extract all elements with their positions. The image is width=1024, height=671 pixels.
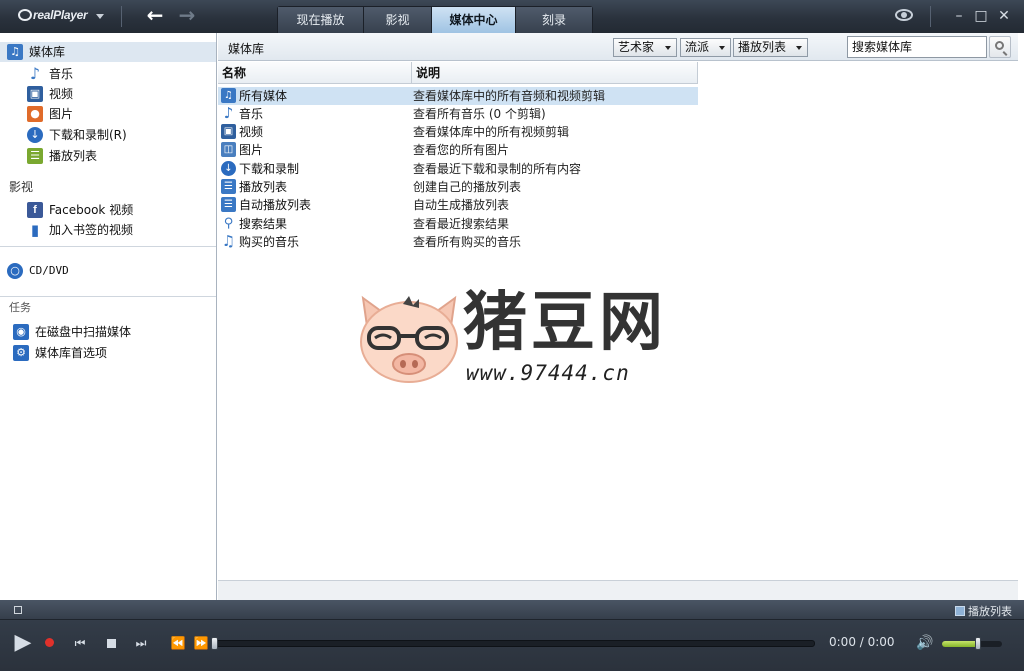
all-media-icon: ♫ [221,88,236,103]
pig-logo-icon [360,295,458,383]
table-row[interactable]: ☰ 播放列表 创建自己的播放列表 [218,178,698,196]
next-icon[interactable]: ⏭ [133,635,149,651]
table-row[interactable]: ♫ 所有媒体 查看媒体库中的所有音频和视频剪辑 [218,87,698,105]
volume-handle[interactable] [975,637,981,650]
rewind-icon[interactable]: ⏪ [170,635,186,651]
search-icon: ⚲ [221,216,236,231]
playlist-icon: ☰ [221,179,236,194]
main-header: 媒体库 艺术家 流派 播放列表 搜索媒体库 [218,33,1018,61]
play-icon[interactable]: ▶ [12,631,34,655]
eye-icon[interactable] [895,9,913,21]
divider [0,246,216,247]
task-label: 在磁盘中扫描媒体 [35,325,132,339]
volume-icon[interactable]: 🔊 [916,634,934,652]
playlist-icon: ☰ [27,148,43,164]
video-icon: ▣ [27,86,43,102]
section-tasks-heading: 任务 [9,301,31,314]
table-row[interactable]: ♫ 购买的音乐 查看所有购买的音乐 [218,233,698,251]
table-row[interactable]: ⚲ 搜索结果 查看最近搜索结果 [218,215,698,233]
tab-now-playing[interactable]: 现在播放 [278,7,364,33]
seek-handle[interactable] [211,637,218,650]
playlist-toggle-button[interactable]: 播放列表 [955,603,1012,619]
sidebar-item-label: 音乐 [49,67,74,81]
table-row[interactable]: ↓ 下载和录制 查看最近下载和录制的所有内容 [218,160,698,178]
sidebar-item-label: 下载和录制(R) [49,128,127,142]
search-button[interactable] [989,36,1011,58]
purchased-music-icon: ♫ [221,232,236,250]
divider [930,6,931,27]
sidebar-item-label: Facebook 视频 [49,203,134,217]
main-tabs: 现在播放 影视 媒体中心 刻录 [277,6,593,33]
table-row[interactable]: ▣ 视频 查看媒体库中的所有视频剪辑 [218,123,698,141]
bookmark-icon: ▮ [27,222,43,238]
music-note-icon: ♪ [221,106,236,121]
picture-icon: ● [27,106,43,122]
volume-level [942,641,978,647]
sidebar-item-label: 媒体库 [29,45,66,59]
download-icon: ↓ [27,127,43,143]
close-icon[interactable]: ✕ [994,6,1014,26]
volume-slider[interactable] [942,637,1002,650]
auto-playlist-icon: ☰ [221,197,236,212]
sidebar-item-label: CD/DVD [29,264,69,277]
chevron-down-icon [665,46,671,50]
artist-filter-dropdown[interactable]: 艺术家 [613,38,677,57]
divider [0,296,216,297]
tab-video[interactable]: 影视 [364,7,432,33]
task-label: 媒体库首选项 [35,346,108,360]
column-header-name[interactable]: 名称 [218,62,412,84]
chevron-down-icon [719,46,725,50]
page-title: 媒体库 [228,42,265,56]
sidebar-item-library[interactable]: ♫ 媒体库 [0,42,216,62]
search-icon [995,41,1004,50]
column-header-description[interactable]: 说明 [412,62,698,84]
sidebar-item-label: 图片 [49,107,74,121]
sidebar-item-label: 播放列表 [49,149,98,163]
facebook-icon: f [27,202,43,218]
watermark-brand: 猪豆网 [463,286,667,360]
title-bar: realPlayer ← → 现在播放 影视 媒体中心 刻录 – □ ✕ [0,0,1024,33]
chevron-down-icon[interactable] [96,14,104,19]
tab-burn[interactable]: 刻录 [516,7,592,33]
video-icon: ▣ [221,124,236,139]
search-input[interactable]: 搜索媒体库 [847,36,987,58]
music-note-icon: ♪ [27,66,43,82]
tab-media-center[interactable]: 媒体中心 [432,7,516,33]
genre-filter-dropdown[interactable]: 流派 [680,38,731,57]
maximize-icon[interactable]: □ [971,6,991,26]
compact-mode-icon[interactable] [14,606,22,614]
table-row[interactable]: ♪ 音乐 查看所有音乐 (0 个剪辑) [218,105,698,123]
table-row[interactable]: ◫ 图片 查看您的所有图片 [218,141,698,159]
back-arrow-icon[interactable]: ← [144,4,166,26]
player-bar: 播放列表 ▶ ⏮ ⏭ ⏪ ⏩ 0:00 / 0:00 🔊 [0,600,1024,671]
picture-icon: ◫ [221,142,236,157]
scan-icon: ◉ [13,324,29,340]
sidebar-item-label: 加入书签的视频 [49,223,134,237]
download-icon: ↓ [221,161,236,176]
time-display: 0:00 / 0:00 [829,635,895,649]
stop-icon[interactable] [104,635,118,651]
chevron-down-icon [796,46,802,50]
playlist-icon [955,606,965,616]
status-strip [218,580,1018,600]
divider [121,6,122,27]
sidebar-item-label: 视频 [49,87,74,101]
sidebar: ♫ 媒体库 ♪ 音乐 ▣ 视频 ● 图片 ↓ 下载和录制(R) ☰ 播放列表 影… [0,33,217,600]
table-row[interactable]: ☰ 自动播放列表 自动生成播放列表 [218,196,698,214]
playlist-filter-dropdown[interactable]: 播放列表 [733,38,808,57]
library-icon: ♫ [7,44,23,60]
forward-arrow-icon[interactable]: → [176,4,198,26]
section-video-heading: 影视 [9,180,34,194]
record-icon[interactable] [43,637,55,649]
seek-bar[interactable] [211,637,815,650]
watermark-url: www.97444.cn [466,361,630,385]
previous-icon[interactable]: ⏮ [72,635,88,651]
realplayer-logo[interactable]: realPlayer [18,8,88,22]
fast-forward-icon[interactable]: ⏩ [193,635,209,651]
player-top-strip: 播放列表 [0,600,1024,620]
disc-icon: ○ [7,263,23,279]
minimize-icon[interactable]: – [949,6,969,26]
preferences-icon: ⚙ [13,345,29,361]
